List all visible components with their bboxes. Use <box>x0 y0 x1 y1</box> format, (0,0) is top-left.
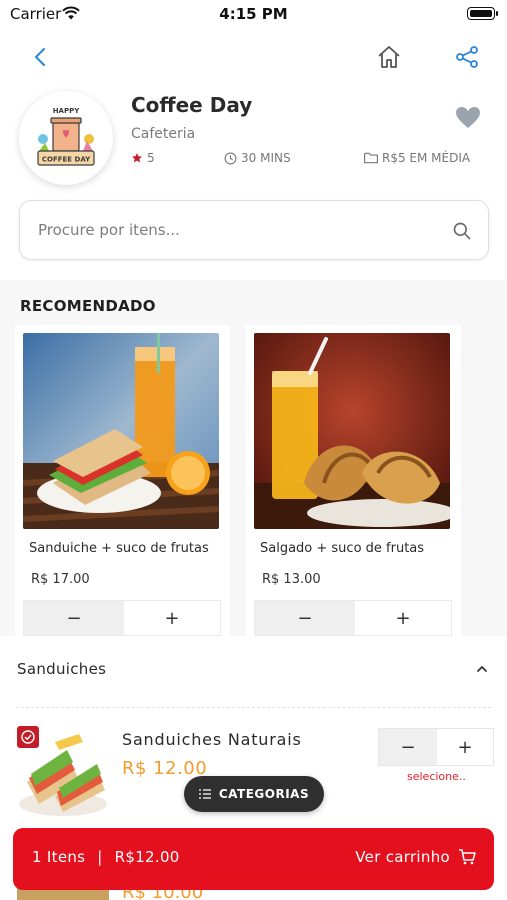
view-cart-label: Ver carrinho <box>355 848 450 866</box>
categories-button[interactable]: CATEGORIAS <box>184 776 324 812</box>
product-image <box>23 333 219 529</box>
product-price: R$ 12.00 <box>122 758 208 779</box>
clock-icon <box>224 152 237 164</box>
store-delivery-time: 30 MINS <box>224 151 291 165</box>
back-button[interactable] <box>28 44 54 70</box>
product-price: R$ 17.00 <box>31 572 90 587</box>
clock-time: 4:15 PM <box>219 5 288 23</box>
store-rating: 5 <box>131 151 155 165</box>
home-button[interactable] <box>376 44 402 70</box>
quantity-stepper[interactable]: − + <box>23 600 221 636</box>
quantity-stepper[interactable]: − + <box>378 728 494 766</box>
select-option-link[interactable]: selecione.. <box>407 770 466 783</box>
avg-price-value: R$5 EM MÉDIA <box>382 151 471 165</box>
star-icon <box>132 153 142 163</box>
chevron-up-icon <box>477 666 487 672</box>
product-name: Sanduiches Naturais <box>122 730 302 749</box>
heart-icon <box>456 107 480 128</box>
product-image <box>254 333 450 529</box>
store-logo: HAPPY COFFEE DAY <box>19 91 113 185</box>
store-avg-price: R$5 EM MÉDIA <box>364 151 470 165</box>
cart-total: R$12.00 <box>114 848 180 866</box>
decrease-button[interactable]: − <box>379 729 437 765</box>
recommended-card[interactable]: Sanduiche + suco de frutas R$ 17.00 − + <box>15 325 230 636</box>
share-icon <box>456 46 478 68</box>
share-button[interactable] <box>454 44 480 70</box>
list-icon <box>198 789 211 799</box>
cart-item-count: 1 Itens <box>32 848 86 866</box>
view-cart-button[interactable]: Ver carrinho <box>355 848 476 866</box>
recommended-card[interactable]: Salgado + suco de frutas R$ 13.00 − + <box>246 325 461 636</box>
decrease-button[interactable]: − <box>255 601 355 635</box>
delivery-time-value: 30 MINS <box>241 151 291 165</box>
badge-icon <box>17 726 39 748</box>
increase-button[interactable]: + <box>437 729 493 765</box>
category-header[interactable]: Sanduiches <box>0 640 507 700</box>
cart-separator: | <box>97 848 103 866</box>
categories-label: CATEGORIAS <box>218 787 310 801</box>
cart-bar[interactable]: 1 Itens | R$12.00 Ver carrinho <box>13 828 494 890</box>
store-name: Coffee Day <box>131 93 253 117</box>
increase-button[interactable]: + <box>355 601 451 635</box>
chevron-left-icon <box>35 48 45 66</box>
favorite-button[interactable] <box>455 106 481 130</box>
product-name: Sanduiche + suco de frutas <box>29 541 209 556</box>
category-title: Sanduiches <box>17 660 107 678</box>
decrease-button[interactable]: − <box>24 601 124 635</box>
product-name: Salgado + suco de frutas <box>260 541 425 556</box>
cart-icon <box>459 849 476 865</box>
status-bar: Carrier 4:15 PM <box>0 0 507 30</box>
increase-button[interactable]: + <box>124 601 220 635</box>
recommended-title: RECOMENDADO <box>20 297 156 315</box>
search-box[interactable] <box>19 200 489 260</box>
folder-icon <box>364 152 378 164</box>
svg-text:COFFEE DAY: COFFEE DAY <box>42 156 91 164</box>
quantity-stepper[interactable]: − + <box>254 600 452 636</box>
store-category: Cafeteria <box>131 126 196 142</box>
home-icon <box>378 46 400 68</box>
search-input[interactable] <box>38 201 438 259</box>
svg-text:HAPPY: HAPPY <box>53 107 81 115</box>
battery-icon <box>467 7 498 20</box>
search-icon[interactable] <box>452 221 472 241</box>
cart-summary: 1 Itens | R$12.00 <box>32 848 180 866</box>
product-price: R$ 13.00 <box>262 572 321 587</box>
rating-value: 5 <box>147 151 155 165</box>
divider <box>16 707 491 708</box>
